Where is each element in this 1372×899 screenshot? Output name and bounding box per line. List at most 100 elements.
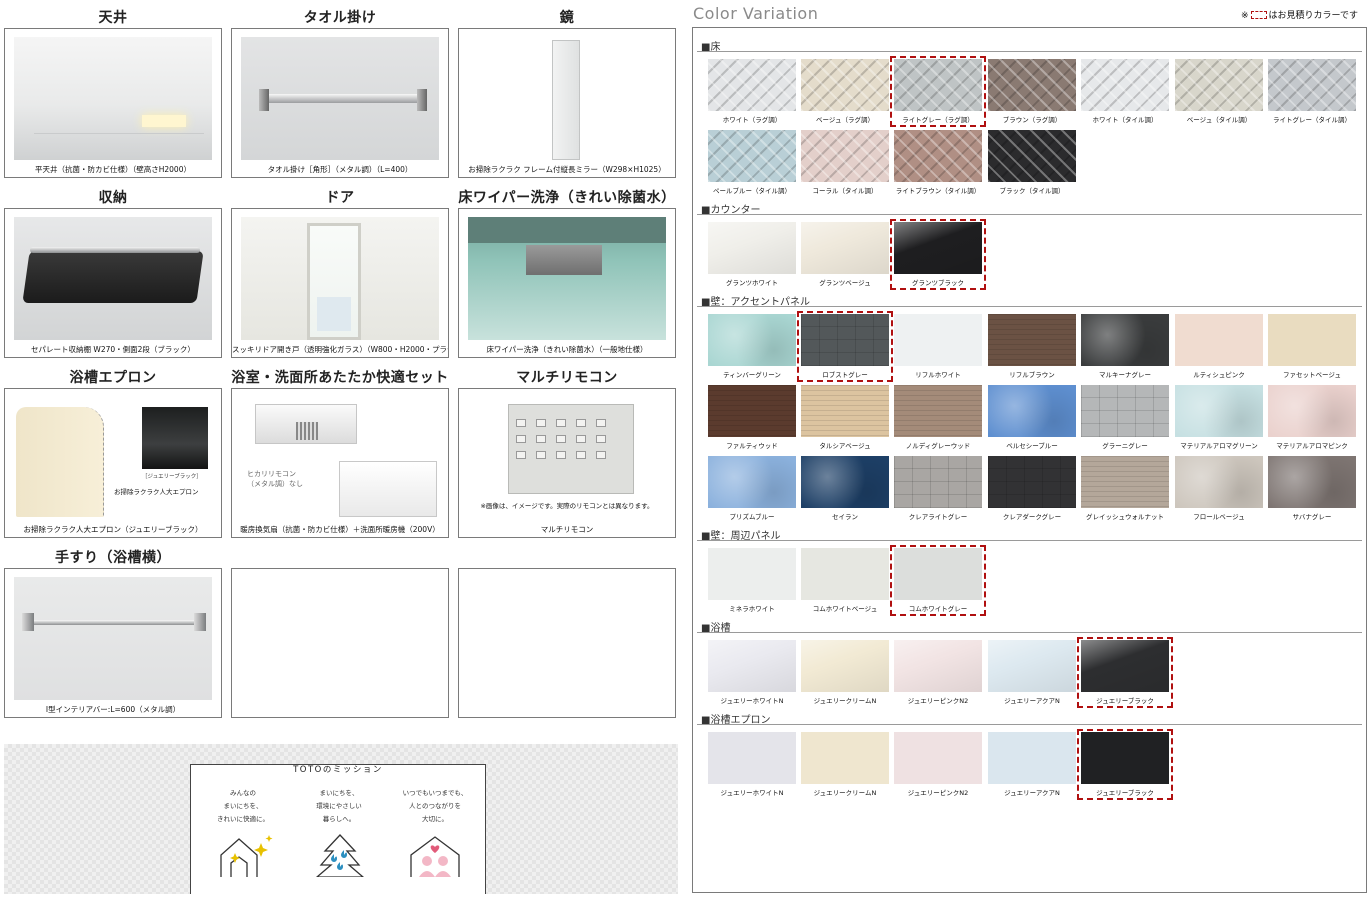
color-swatch[interactable]: リフルホワイト <box>893 314 983 379</box>
remote-note: ヒカリリモコン （メタル調）なし <box>247 470 303 488</box>
color-swatch[interactable]: コムホワイトグレー <box>890 545 986 616</box>
swatch-name: リフルブラウン <box>1009 371 1055 379</box>
swatch-sample <box>801 130 889 182</box>
color-swatch[interactable]: ホワイト（ラグ調） <box>707 59 797 124</box>
swatch-name: グランツホワイト <box>726 279 778 287</box>
color-swatch[interactable]: ホワイト（タイル調） <box>1080 59 1170 124</box>
swatch-sample <box>894 314 982 366</box>
swatch-name: ジュエリーホワイトN <box>720 697 784 705</box>
swatch-sample <box>1081 456 1169 508</box>
color-swatch[interactable]: ブラウン（ラグ調） <box>987 59 1077 124</box>
color-swatch[interactable]: ライトブラウン（タイル調） <box>893 130 983 195</box>
color-swatch[interactable]: ジュエリーホワイトN <box>707 732 797 797</box>
mission-banner: TOTOのミッション みんなの まいにちを、 きれいに快適に。 まいにちを、 環… <box>4 744 678 894</box>
swatch-sample <box>1268 314 1356 366</box>
swatch-sample <box>894 640 982 692</box>
color-swatch[interactable]: グラーニグレー <box>1080 385 1170 450</box>
swatch-name: グランツブラック <box>912 279 964 287</box>
equipment-cell <box>458 544 676 722</box>
dashed-box-icon <box>1250 11 1267 19</box>
color-swatch[interactable]: コーラル（タイル調） <box>800 130 890 195</box>
tree-drop-icon <box>316 834 364 877</box>
note-suffix: はお見積りカラーです <box>1268 11 1358 21</box>
color-swatch[interactable]: ファルティウッド <box>707 385 797 450</box>
color-swatch[interactable]: ブラック（タイル調） <box>987 130 1077 195</box>
color-swatch[interactable]: ジュエリークリームN <box>800 732 890 797</box>
swatch-sample <box>801 640 889 692</box>
color-swatch[interactable]: ライトグレー（ラグ調） <box>890 56 986 127</box>
color-swatch[interactable]: ジュエリーホワイトN <box>707 640 797 705</box>
shelf-photo <box>14 217 212 340</box>
swatch-name: グラーニグレー <box>1102 442 1148 450</box>
remote-photo: ※画像は、イメージです。実際のリモコンとは異なります。 <box>468 397 666 520</box>
color-swatch[interactable]: ライトグレー（タイル調） <box>1267 59 1357 124</box>
color-swatch[interactable]: グランツホワイト <box>707 222 797 287</box>
color-swatch[interactable]: ジュエリーピンクN2 <box>893 640 983 705</box>
color-swatch[interactable]: フロールベージュ <box>1174 456 1264 521</box>
swatch-sample <box>708 640 796 692</box>
color-swatch[interactable]: マテリアルアロマグリーン <box>1174 385 1264 450</box>
color-swatch[interactable]: ファセットベージュ <box>1267 314 1357 379</box>
swatch-name: クレアライトグレー <box>908 513 968 521</box>
estimate-color-note: ※ はお見積りカラーです <box>1241 8 1358 21</box>
color-swatch[interactable]: ベルセシーブルー <box>987 385 1077 450</box>
swatch-sample <box>894 59 982 111</box>
color-swatch[interactable]: クレアダークグレー <box>987 456 1077 521</box>
color-swatch[interactable]: リフルブラウン <box>987 314 1077 379</box>
color-swatch[interactable]: セイラン <box>800 456 890 521</box>
swatch-sample <box>1081 314 1169 366</box>
mission-text-line: まいにちを、 <box>223 802 263 810</box>
equipment-caption: セパレート収納棚 W270・側面2段（ブラック） <box>31 345 195 354</box>
swatch-sample <box>1268 456 1356 508</box>
note-prefix: ※ <box>1240 11 1249 21</box>
color-swatch[interactable]: ジュエリーアクアN <box>987 732 1077 797</box>
equipment-cell: 天井 平天井（抗菌・防カビ仕様）（壁高さH2000） <box>4 4 222 182</box>
mission-text-1: みんなの まいにちを、 きれいに快適に。 <box>195 787 291 826</box>
equipment-frame: ［ジュエリーブラック］ お掃除ラクラク人大エプロン お掃除ラクラク人大エプロン（ジュ… <box>4 388 222 538</box>
swatch-sample <box>1268 385 1356 437</box>
mission-text-line: 大切に。 <box>422 815 448 823</box>
color-swatch[interactable]: コムホワイトベージュ <box>800 548 890 613</box>
color-swatch[interactable]: ジュエリーブラック <box>1077 637 1173 708</box>
equipment-caption: スッキリドア開き戸（透明強化ガラス）（W800・H2000・プラチナステン） <box>232 345 448 354</box>
color-swatch[interactable]: ジュエリークリームN <box>800 640 890 705</box>
color-swatch[interactable]: グレイッシュウォルナット <box>1080 456 1170 521</box>
color-swatch[interactable]: ミネラホワイト <box>707 548 797 613</box>
equipment-cell: 床ワイパー洗浄（きれい除菌水） 床ワイパー洗浄（きれい除菌水）（一般地仕様） <box>458 184 676 362</box>
swatch-name: ホワイト（タイル調） <box>1092 116 1158 124</box>
color-swatch[interactable]: タルシアベージュ <box>800 385 890 450</box>
color-swatch[interactable]: ジュエリーブラック <box>1077 729 1173 800</box>
color-swatch[interactable]: マテリアルアロマピンク <box>1267 385 1357 450</box>
mission-text-line: 環境にやさしい <box>316 802 362 810</box>
swatch-name: ジュエリーピンクN2 <box>907 697 969 705</box>
equipment-cell: タオル掛け タオル掛け［角形］（メタル調）（L=400） <box>231 4 449 182</box>
color-swatch[interactable]: グランツブラック <box>890 219 986 290</box>
color-swatch[interactable]: ベージュ（タイル調） <box>1174 59 1264 124</box>
color-swatch[interactable]: ノルディグレーウッド <box>893 385 983 450</box>
swatch-sample <box>988 385 1076 437</box>
color-swatch[interactable]: グランツベージュ <box>800 222 890 287</box>
color-swatch[interactable]: クレアライトグレー <box>893 456 983 521</box>
swatch-sample <box>708 59 796 111</box>
color-swatch[interactable]: ペールブルー（タイル調） <box>707 130 797 195</box>
color-swatch[interactable]: ベージュ（ラグ調） <box>800 59 890 124</box>
equipment-frame: ヒカリリモコン （メタル調）なし 暖房換気扇（抗菌・防カビ仕様）＋洗面所暖房機（20… <box>231 388 449 538</box>
swatch-sample <box>988 456 1076 508</box>
color-swatch[interactable]: マルキーナグレー <box>1080 314 1170 379</box>
color-swatch[interactable]: プリズムブルー <box>707 456 797 521</box>
color-swatch[interactable]: ロブストグレー <box>797 311 893 382</box>
color-swatch[interactable]: ティンバーグリーン <box>707 314 797 379</box>
swatch-sample <box>894 732 982 784</box>
swatch-sample <box>1175 456 1263 508</box>
equipment-frame: スッキリドア開き戸（透明強化ガラス）（W800・H2000・プラチナステン） <box>231 208 449 358</box>
color-swatch[interactable]: サバナグレー <box>1267 456 1357 521</box>
swatch-name: ジュエリーブラック <box>1096 789 1154 797</box>
color-swatch[interactable]: ジュエリーピンクN2 <box>893 732 983 797</box>
towel-photo <box>241 37 439 160</box>
mission-box: TOTOのミッション みんなの まいにちを、 きれいに快適に。 まいにちを、 環… <box>190 764 486 894</box>
people-heart-icon <box>410 836 460 877</box>
color-swatch[interactable]: ルティシュピンク <box>1174 314 1264 379</box>
color-swatch[interactable]: ジュエリーアクアN <box>987 640 1077 705</box>
swatch-name: フロールベージュ <box>1193 513 1245 521</box>
swatch-sample <box>894 548 982 600</box>
